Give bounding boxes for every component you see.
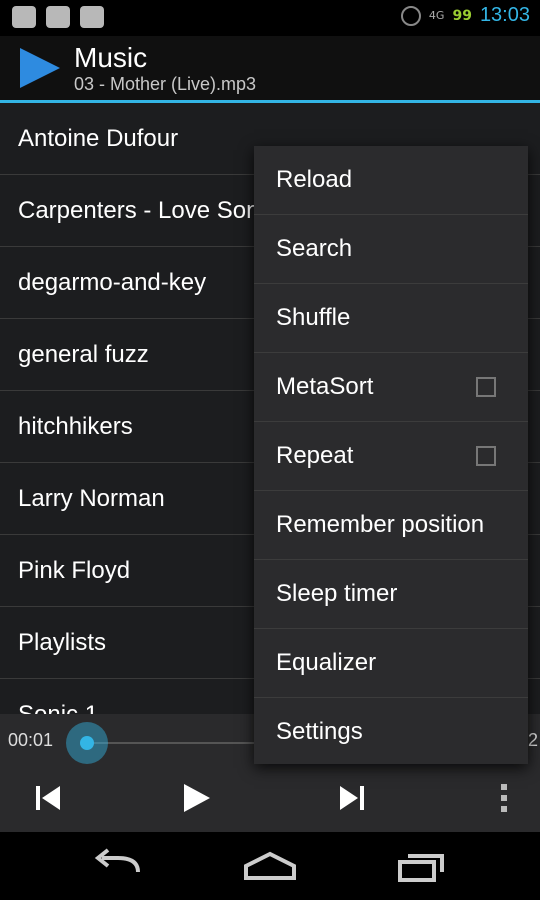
seek-thumb-core (80, 736, 94, 750)
menu-item-label: Settings (276, 718, 363, 745)
menu-item-label: Sleep timer (276, 580, 398, 607)
battery-level: 99 (452, 7, 472, 24)
menu-item-shuffle[interactable]: Shuffle (254, 284, 528, 353)
mail-icon (46, 6, 70, 28)
recent-apps-icon[interactable] (392, 846, 452, 886)
menu-item-label: Remember position (276, 511, 485, 538)
menu-item-equalizer[interactable]: Equalizer (254, 629, 528, 698)
menu-item-search[interactable]: Search (254, 215, 528, 284)
elapsed-time: 00:01 (8, 730, 54, 750)
play-logo-icon[interactable] (20, 48, 60, 88)
app-title: Music (74, 42, 148, 73)
next-icon[interactable] (330, 778, 370, 818)
overflow-menu-icon[interactable] (484, 778, 524, 818)
menu-item-reload[interactable]: Reload (254, 146, 528, 215)
menu-item-remember-position[interactable]: Remember position (254, 491, 528, 560)
status-bar: 4G 99 13:03 (0, 0, 540, 36)
play-icon[interactable] (176, 778, 216, 818)
menu-item-sleep-timer[interactable]: Sleep timer (254, 560, 528, 629)
menu-item-label: MetaSort (276, 373, 374, 400)
menu-item-settings[interactable]: Settings (254, 698, 528, 766)
home-icon[interactable] (240, 846, 300, 886)
repeat-checkbox[interactable] (476, 446, 496, 466)
current-track[interactable]: 03 - Mother (Live).mp3 (74, 74, 256, 95)
menu-item-label: Search (276, 235, 353, 262)
menu-item-label: Shuffle (276, 304, 351, 331)
action-bar: Music 03 - Mother (Live).mp3 (0, 36, 540, 130)
previous-icon[interactable] (30, 778, 70, 818)
check-icon (12, 6, 36, 28)
system-nav-bar (0, 832, 540, 900)
metasort-checkbox[interactable] (476, 377, 496, 397)
back-icon[interactable] (88, 846, 148, 886)
android-icon (80, 6, 104, 28)
menu-item-label: Reload (276, 166, 353, 193)
menu-item-label: Equalizer (276, 649, 377, 676)
menu-item-metasort[interactable]: MetaSort (254, 353, 528, 422)
overflow-menu: Reload Search Shuffle MetaSort Repeat Re… (254, 146, 528, 764)
status-right: 4G 99 13:03 (400, 4, 530, 27)
menu-item-label: Repeat (276, 442, 354, 469)
remaining-time: 2 (527, 730, 538, 750)
network-label: 4G (428, 9, 445, 22)
status-left-icons (12, 6, 104, 28)
menu-item-repeat[interactable]: Repeat (254, 422, 528, 491)
seek-thumb[interactable] (66, 722, 108, 764)
status-time: 13:03 (479, 4, 530, 26)
alarm-icon (400, 5, 421, 26)
